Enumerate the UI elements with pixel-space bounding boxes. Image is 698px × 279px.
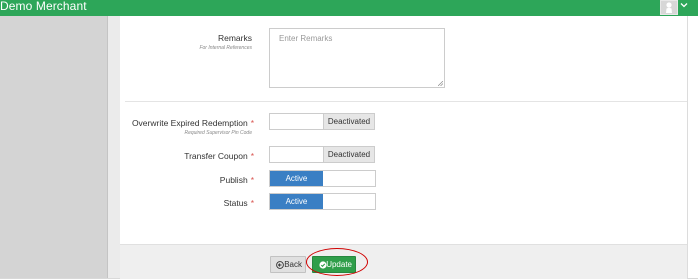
publish-active-option[interactable]: Active bbox=[270, 171, 323, 186]
transfer-coupon-label: Transfer Coupon * bbox=[160, 151, 254, 161]
arrow-left-circle-icon bbox=[276, 261, 284, 269]
required-marker: * bbox=[250, 151, 254, 161]
back-label: Back bbox=[284, 260, 302, 269]
resize-handle-icon[interactable] bbox=[438, 81, 443, 86]
publish-label: Publish * bbox=[180, 175, 254, 185]
user-icon bbox=[666, 2, 672, 13]
overwrite-pin-input[interactable] bbox=[269, 113, 324, 130]
transfer-pin-input[interactable] bbox=[269, 146, 324, 163]
back-button[interactable]: Back bbox=[270, 256, 306, 273]
transfer-label-text: Transfer Coupon bbox=[184, 151, 248, 161]
transfer-status-button[interactable]: Deactivated bbox=[323, 146, 375, 163]
overwrite-label-text: Overwrite Expired Redemption bbox=[131, 118, 248, 128]
scrollbar[interactable] bbox=[687, 16, 698, 278]
required-marker: * bbox=[250, 175, 254, 185]
content-frame bbox=[107, 16, 121, 278]
chevron-down-icon[interactable] bbox=[680, 1, 688, 9]
section-divider bbox=[125, 101, 687, 102]
status-active-option[interactable]: Active bbox=[270, 194, 323, 209]
remarks-label: Remarks bbox=[217, 33, 252, 43]
remarks-hint: For Internal References bbox=[199, 45, 252, 51]
overwrite-hint: Required Supervisor Pin Code bbox=[184, 130, 252, 136]
overwrite-status-button[interactable]: Deactivated bbox=[323, 113, 375, 130]
brand-name: Demo Merchant bbox=[0, 0, 87, 13]
user-menu-button[interactable] bbox=[660, 0, 678, 15]
remarks-placeholder: Enter Remarks bbox=[279, 34, 333, 43]
remarks-textarea[interactable]: Enter Remarks bbox=[269, 28, 445, 88]
required-marker: * bbox=[250, 118, 254, 128]
status-label-text: Status bbox=[223, 198, 248, 208]
form-footer bbox=[120, 244, 687, 279]
overwrite-expired-redemption-label: Overwrite Expired Redemption * bbox=[120, 118, 254, 128]
publish-label-text: Publish bbox=[219, 175, 248, 185]
status-label: Status * bbox=[180, 198, 254, 208]
sidebar bbox=[0, 16, 107, 278]
status-toggle[interactable]: Active bbox=[269, 193, 376, 210]
required-marker: * bbox=[250, 198, 254, 208]
top-header: Demo Merchant bbox=[0, 0, 698, 16]
publish-toggle[interactable]: Active bbox=[269, 170, 376, 187]
highlight-annotation bbox=[306, 248, 368, 276]
